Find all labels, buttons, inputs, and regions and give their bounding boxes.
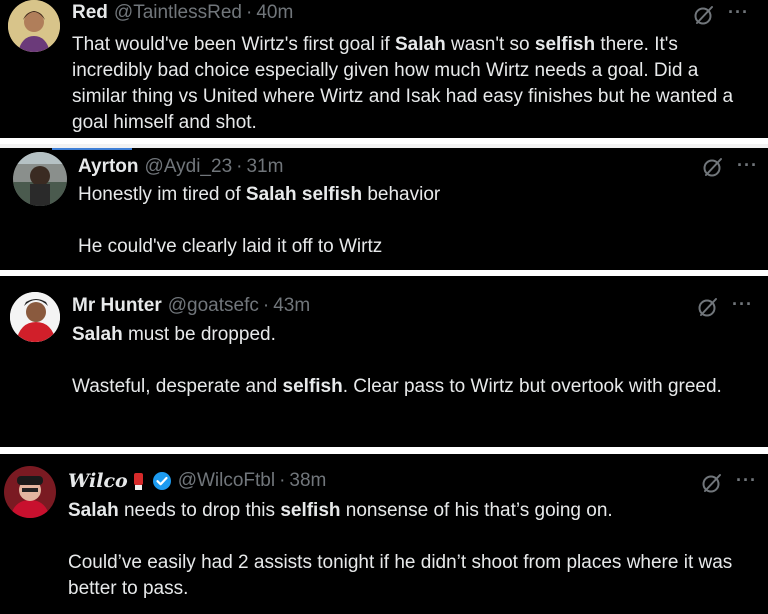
tweet-text: That would've been Wirtz's first goal if… [72,32,742,136]
tweet-paragraph: Salah must be dropped. [72,322,732,348]
tweet-text-run: must be dropped. [122,324,276,345]
avatar[interactable] [8,0,60,52]
tweet-text-bold: Salah [72,324,123,345]
grok-slash-icon[interactable] [697,296,719,318]
separator-dot: · [279,470,286,491]
separator-dot: · [245,2,253,23]
tweet-text-run: That would've been Wirtz's first goal if [72,34,395,55]
avatar[interactable] [4,466,56,518]
tweet-paragraph: That would've been Wirtz's first goal if… [72,32,742,136]
avatar-image [4,466,56,518]
tweet-text-bold: selfish [282,376,343,397]
tweet-card[interactable]: Mr Hunter @goatsefc · 43m ··· Salah must… [0,276,768,447]
tweet-paragraph: Salah needs to drop this selfish nonsens… [68,498,758,524]
tweet-header: Ayrton @Aydi_23 · 31m [78,156,283,178]
tweet-text: Honestly im tired of Salah selfish behav… [78,182,738,260]
avatar[interactable] [10,292,60,342]
tweet-text-run: nonsense of his that’s going on. [340,500,613,521]
tweet-paragraph: Honestly im tired of Salah selfish behav… [78,182,738,208]
tweet-text: Salah must be dropped. Wasteful, desperat… [72,322,732,400]
more-options-icon[interactable]: ··· [736,470,757,491]
avatar-image [10,292,60,342]
red-glove-emoji-icon [133,473,143,490]
avatar-image [13,152,67,206]
display-name[interactable]: Red [72,2,108,24]
tweet-text-bold: Salah selfish [245,184,363,205]
tweet-text-bold: selfish [280,500,341,521]
grok-slash-icon[interactable] [701,472,723,494]
display-name[interactable]: Ayrton [78,156,139,178]
tweet-text-run: . Clear pass to Wirtz but overtook with … [342,376,722,397]
timestamp[interactable]: 40m [256,2,293,24]
grok-slash-icon[interactable] [693,4,715,26]
timestamp[interactable]: 31m [246,156,283,178]
tweet-text-bold: selfish [534,34,596,55]
tweet-card[interactable]: Wilco @WilcoFtbl · 38m ··· Salah needs t… [0,454,768,614]
timestamp[interactable]: 38m [289,470,326,492]
tweet-text-bold: Salah [395,34,446,55]
tweet-text-run: He could've clearly laid it off to Wirtz [78,236,383,257]
user-handle[interactable]: @goatsefc [168,295,259,317]
tweet-card[interactable]: Red @TaintlessRed · 40m ··· That would'v… [0,0,768,138]
tweet-text-run: Could’ve easily had 2 assists tonight if… [68,552,733,599]
tweet-header: Red @TaintlessRed · 40m [72,2,293,24]
tweet-card[interactable]: Ayrton @Aydi_23 · 31m ··· Honestly im ti… [0,144,768,270]
tweet-paragraph: Wasteful, desperate and selfish. Clear p… [72,374,732,400]
display-name[interactable]: Wilco [68,470,128,492]
tweet-text-run: behavior [362,184,441,205]
tweet-header: Mr Hunter @goatsefc · 43m [72,295,310,317]
tweet-text-run: Wasteful, desperate and [72,376,283,397]
display-name[interactable]: Mr Hunter [72,295,162,317]
tweet-text-run: wasn't so [445,34,535,55]
more-options-icon[interactable]: ··· [728,2,749,23]
tweet-text-run: Honestly im tired of [78,184,246,205]
user-handle[interactable]: @TaintlessRed [114,2,242,24]
avatar-image [8,0,60,52]
user-handle[interactable]: @Aydi_23 [145,156,233,178]
separator-dot: · [236,156,243,177]
more-options-icon[interactable]: ··· [732,294,753,315]
tweet-text: Salah needs to drop this selfish nonsens… [68,498,758,602]
tweet-paragraph: He could've clearly laid it off to Wirtz [78,234,738,260]
separator-dot: · [262,295,270,316]
grok-slash-icon[interactable] [702,156,724,178]
more-options-icon[interactable]: ··· [737,155,758,176]
tweet-text-bold: Salah [68,500,119,521]
user-handle[interactable]: @WilcoFtbl [178,470,275,492]
timestamp[interactable]: 43m [273,295,310,317]
tweet-header: Wilco @WilcoFtbl · 38m [68,470,326,492]
tweet-text-run: needs to drop this [118,500,281,521]
verified-badge-icon[interactable] [152,471,172,491]
tweet-paragraph: Could’ve easily had 2 assists tonight if… [68,550,758,602]
avatar[interactable] [13,152,67,206]
